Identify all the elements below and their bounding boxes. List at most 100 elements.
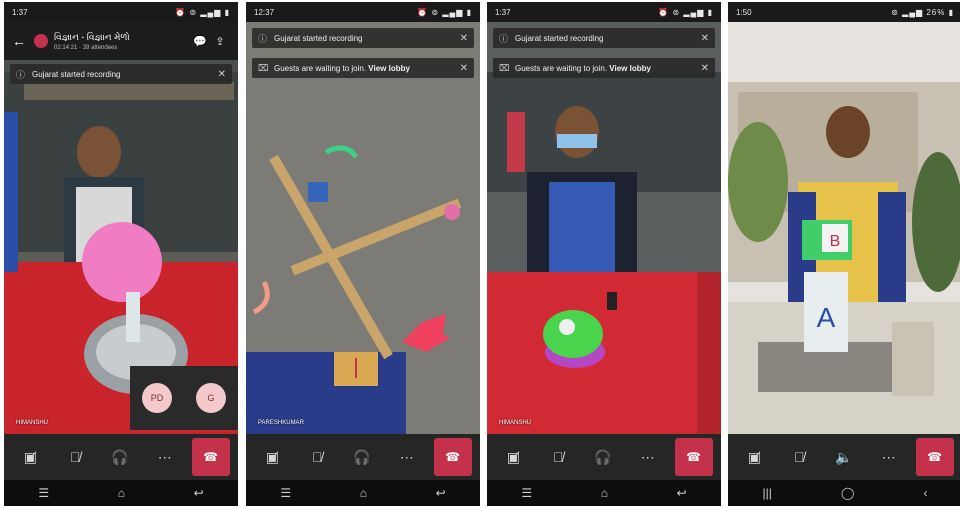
lobby-banner: ⌧ Guests are waiting to join. View lobby…: [493, 58, 715, 78]
android-nav-bar: ||| ◯ ‹: [728, 480, 960, 506]
phone-hangup-icon: ☎: [686, 450, 702, 464]
video-image-student-fan-model: [487, 22, 721, 434]
audio-headset-icon[interactable]: 🎧: [344, 439, 380, 475]
phone-hangup-icon: ☎: [203, 450, 219, 464]
home-icon[interactable]: ⌂: [118, 486, 125, 500]
mic-off-icon[interactable]: 🎙̸: [540, 439, 576, 475]
avatar-pd[interactable]: PD: [142, 383, 172, 413]
mic-off-icon[interactable]: 🎙̸: [299, 439, 335, 475]
status-bar: 1:50 ⊚ ▂▄▆ 26% ▮: [728, 2, 960, 22]
status-time: 12:37: [254, 7, 275, 17]
video-feed: [487, 22, 721, 434]
phone-screen-3: 1:37 ⏰ ⊚ ▂▄▆ ▮ ⓘ Gujarat started recordi…: [487, 2, 721, 506]
status-time: 1:37: [12, 7, 28, 17]
view-lobby-link[interactable]: View lobby: [609, 64, 651, 73]
chat-icon[interactable]: 💬: [190, 35, 210, 48]
status-icons: ⏰ ⊚ ▂▄▆ ▮: [417, 7, 472, 17]
recording-banner-text: Gujarat started recording: [274, 33, 363, 43]
avatar-g[interactable]: G: [196, 383, 226, 413]
recording-banner-text: Gujarat started recording: [32, 69, 121, 79]
video-feed: [246, 22, 480, 434]
mic-off-icon[interactable]: 🎙̸: [57, 439, 93, 475]
back-icon[interactable]: ↩: [436, 486, 446, 500]
back-icon[interactable]: ‹: [923, 486, 927, 500]
audio-headset-icon[interactable]: 🎧: [102, 439, 138, 475]
recording-info-icon: ⓘ: [258, 33, 268, 44]
phone-screen-2: 12:37 ⏰ ⊚ ▂▄▆ ▮ ⓘ Gujarat started record: [246, 2, 480, 506]
recent-apps-icon[interactable]: |||: [763, 486, 772, 500]
meeting-header: ← વિજ્ઞાન - વિજ્ઞાન મેળો 02:14:21 · 39 a…: [4, 22, 238, 60]
recording-banner: ⓘ Gujarat started recording ✕: [10, 64, 232, 84]
speaker-name-tag: HIMANSHU: [499, 420, 532, 426]
meeting-subtitle: 02:14:21 · 39 attendees: [54, 44, 118, 51]
more-options-icon[interactable]: ⋯: [389, 439, 425, 475]
status-time: 1:50: [736, 7, 752, 17]
camera-off-icon[interactable]: ▣̸: [495, 439, 531, 475]
call-controls: ▣̸ 🎙̸ 🔈 ⋯ ☎: [728, 434, 960, 480]
recording-info-icon: ⓘ: [499, 33, 509, 44]
audio-headset-icon[interactable]: 🎧: [585, 439, 621, 475]
video-image-model-cross: [246, 22, 480, 434]
android-nav-bar: ☰ ⌂ ↩: [4, 480, 238, 506]
recent-apps-icon[interactable]: ☰: [521, 486, 532, 500]
speaker-name-tag: PARESHKUMAR: [258, 420, 304, 426]
status-bar: 1:37 ⏰ ⊚ ▂▄▆ ▮: [4, 2, 238, 22]
hang-up-button[interactable]: ☎: [674, 438, 713, 476]
hang-up-button[interactable]: ☎: [915, 438, 954, 476]
back-icon[interactable]: ↩: [194, 486, 204, 500]
android-nav-bar: ☰ ⌂ ↩: [246, 480, 480, 506]
lobby-banner-text: Guests are waiting to join.: [515, 63, 608, 73]
home-icon[interactable]: ⌂: [360, 486, 367, 500]
phone-screen-1: 1:37 ⏰ ⊚ ▂▄▆ ▮ ← વિજ્ઞાન - વિજ્ઞાન મેળો …: [4, 2, 238, 506]
phone-screen-4: 1:50 ⊚ ▂▄▆ 26% ▮ A B ▣̸ 🎙̸ 🔈 ⋯ ☎ ||| ◯ ‹: [728, 2, 960, 506]
camera-off-icon[interactable]: ▣̸: [736, 439, 772, 475]
home-icon[interactable]: ⌂: [601, 486, 608, 500]
recent-apps-icon[interactable]: ☰: [38, 486, 49, 500]
video-feed: A B: [728, 22, 960, 434]
status-icons: ⏰ ⊚ ▂▄▆ ▮: [175, 7, 230, 17]
back-icon[interactable]: ↩: [677, 486, 687, 500]
close-icon[interactable]: ✕: [458, 63, 468, 74]
camera-off-icon[interactable]: ▣̸: [254, 439, 290, 475]
meeting-avatar: [34, 34, 48, 48]
hang-up-button[interactable]: ☎: [433, 438, 472, 476]
meeting-titles: વિજ્ઞાન - વિજ્ઞાન મેળો 02:14:21 · 39 att…: [54, 32, 190, 51]
call-controls: ▣̸ 🎙̸ 🎧 ⋯ ☎: [487, 434, 721, 480]
close-icon[interactable]: ✕: [216, 69, 226, 80]
back-arrow-icon[interactable]: ←: [12, 33, 34, 49]
recording-banner: ⓘ Gujarat started recording ✕: [493, 28, 715, 48]
screenshot-row: 1:37 ⏰ ⊚ ▂▄▆ ▮ ← વિજ્ઞાન - વિજ્ઞાન મેળો …: [0, 0, 960, 508]
close-icon[interactable]: ✕: [699, 33, 709, 44]
lobby-banner: ⌧ Guests are waiting to join. View lobby…: [252, 58, 474, 78]
status-icons: ⊚ ▂▄▆ 26% ▮: [891, 7, 954, 17]
recording-banner-text: Gujarat started recording: [515, 33, 604, 43]
camera-off-icon[interactable]: ▣̸: [12, 439, 48, 475]
home-icon[interactable]: ◯: [841, 486, 854, 500]
call-controls: ▣̸ 🎙̸ 🎧 ⋯ ☎: [246, 434, 480, 480]
lobby-door-icon: ⌧: [499, 62, 510, 73]
close-icon[interactable]: ✕: [699, 63, 709, 74]
more-options-icon[interactable]: ⋯: [630, 439, 666, 475]
recording-banner: ⓘ Gujarat started recording ✕: [252, 28, 474, 48]
speaker-name-tag: HIMANSHU: [16, 420, 49, 426]
svg-text:B: B: [830, 233, 841, 250]
phone-hangup-icon: ☎: [927, 450, 943, 464]
video-image-student-ab-jars: A B: [728, 22, 960, 434]
status-icons: ⏰ ⊚ ▂▄▆ ▮: [658, 7, 713, 17]
status-bar: 12:37 ⏰ ⊚ ▂▄▆ ▮: [246, 2, 480, 22]
close-icon[interactable]: ✕: [458, 33, 468, 44]
speaker-icon[interactable]: 🔈: [826, 439, 862, 475]
participant-avatar-tray: PD G: [130, 366, 238, 430]
more-options-icon[interactable]: ⋯: [147, 439, 183, 475]
participants-icon[interactable]: ⇪: [210, 35, 230, 48]
recent-apps-icon[interactable]: ☰: [280, 486, 291, 500]
view-lobby-link[interactable]: View lobby: [368, 64, 410, 73]
phone-hangup-icon: ☎: [445, 450, 461, 464]
more-options-icon[interactable]: ⋯: [871, 439, 907, 475]
svg-text:A: A: [817, 302, 836, 333]
mic-off-icon[interactable]: 🎙̸: [781, 439, 817, 475]
lobby-door-icon: ⌧: [258, 62, 269, 73]
call-controls: ▣̸ 🎙̸ 🎧 ⋯ ☎: [4, 434, 238, 480]
hang-up-button[interactable]: ☎: [191, 438, 230, 476]
meeting-title: વિજ્ઞાન - વિજ્ઞાન મેળો: [54, 31, 130, 42]
